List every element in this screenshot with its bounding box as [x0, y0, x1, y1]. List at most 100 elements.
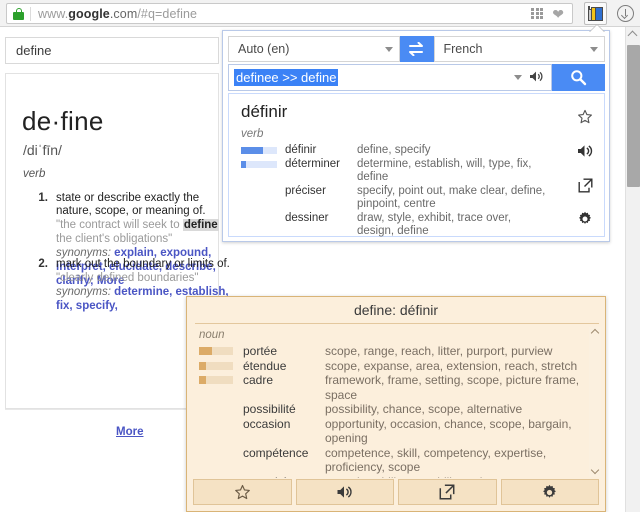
google-search-value: define — [16, 43, 52, 58]
translation-meanings: competence, skill, competency, expertise… — [325, 445, 547, 475]
speaker-icon[interactable] — [577, 134, 593, 168]
scroll-up-icon[interactable] — [627, 30, 638, 41]
google-search-input[interactable]: define — [5, 37, 219, 64]
browser-toolbar: www.google.com/#q=define ❤ — [0, 0, 640, 27]
translation-word[interactable]: cadre — [243, 373, 325, 388]
scrollbar-thumb[interactable] — [627, 45, 640, 187]
translation-word[interactable]: préciser — [285, 185, 357, 199]
translate-side-actions — [572, 100, 598, 236]
extension-button[interactable] — [584, 2, 607, 25]
table-row: préciser specify, point out, make clear,… — [241, 185, 551, 212]
swap-arrows-icon — [408, 42, 423, 56]
swap-languages-button[interactable] — [399, 36, 434, 62]
page-scrollbar[interactable] — [625, 27, 640, 512]
definition-number: 1. — [38, 192, 48, 204]
speaker-button[interactable] — [295, 479, 394, 505]
translate-input-row: definee >> define — [228, 64, 605, 91]
translation-word[interactable]: déterminer — [285, 158, 357, 172]
translate-headword: définir — [241, 102, 288, 121]
external-link-icon[interactable] — [578, 168, 593, 202]
table-row: définir define, specify — [241, 144, 551, 158]
omnibox-actions: ❤ — [531, 7, 572, 21]
translate-query-value: definee >> define — [234, 69, 339, 86]
chevron-down-icon[interactable] — [514, 75, 522, 80]
list-item: portée scope, range, reach, litter, purp… — [195, 344, 585, 359]
translation-meanings: possibility, chance, scope, alternative — [325, 402, 523, 416]
definition-phonetic: /diˈfīn/ — [23, 142, 62, 158]
chevron-down-icon — [384, 46, 393, 52]
target-language-label: French — [443, 42, 483, 56]
source-language-label: Auto (en) — [238, 42, 290, 56]
star-icon[interactable] — [577, 100, 593, 134]
translation-meanings: scope, range, reach, litter, purport, pu… — [325, 344, 553, 358]
translation-meanings: determine, establish, will, type, fix, d… — [357, 157, 532, 184]
translation-meanings: draw, style, exhibit, trace over, design… — [357, 211, 512, 238]
frequency-bar — [199, 478, 233, 479]
omnibox-divider — [30, 6, 31, 21]
heart-icon[interactable]: ❤ — [552, 7, 564, 21]
definition-text: state or describe exactly the nature, sc… — [56, 192, 206, 217]
translate-result-panel: définir verb définir define, specify dét… — [228, 93, 605, 237]
star-icon — [234, 484, 250, 499]
frequency-bar — [199, 376, 233, 384]
list-item: étendue scope, expanse, area, extension,… — [195, 359, 585, 374]
list-item: cadre framework, frame, setting, scope, … — [195, 373, 585, 402]
translation-meanings: specify, point out, make clear, define, … — [357, 184, 546, 211]
translate-part-of-speech: verb — [241, 128, 264, 140]
popup-part-of-speech: noun — [199, 329, 225, 341]
download-icon[interactable] — [617, 5, 634, 22]
table-row: dessiner draw, style, exhibit, trace ove… — [241, 212, 551, 239]
star-button[interactable] — [193, 479, 292, 505]
definition-text: mark out the boundary or limits of. — [56, 258, 230, 270]
translation-word[interactable]: possibilité — [243, 402, 325, 417]
lock-icon — [13, 7, 24, 20]
translation-word[interactable]: compétence — [243, 446, 325, 461]
search-icon — [571, 70, 587, 86]
popup-title: define: définir — [353, 302, 439, 318]
translation-meanings: capacity, ability, capability, volume, c… — [325, 475, 585, 479]
translation-word[interactable]: capacité — [243, 475, 325, 479]
popup-body: noun portée scope, range, reach, litter,… — [195, 326, 585, 478]
list-item: capacité capacity, ability, capability, … — [195, 475, 585, 479]
translate-rows: définir define, specify déterminer deter… — [241, 144, 551, 239]
speaker-icon — [337, 486, 352, 498]
external-link-icon — [439, 484, 455, 500]
gear-icon[interactable] — [577, 202, 593, 236]
popup-scrollbar[interactable] — [589, 327, 601, 477]
translation-meanings: opportunity, occasion, chance, scope, ba… — [325, 416, 572, 446]
frequency-bar — [241, 188, 277, 195]
table-row: déterminer determine, establish, will, t… — [241, 158, 551, 185]
definition-quote: "the contract will seek to define the cl… — [56, 219, 219, 245]
translation-meanings: framework, frame, setting, scope, pictur… — [325, 373, 580, 402]
extension-popup-arrow — [590, 25, 604, 32]
translate-query-input[interactable]: definee >> define — [228, 64, 552, 91]
definition-number: 2. — [38, 258, 48, 270]
translation-word[interactable]: dessiner — [285, 212, 357, 226]
speaker-icon[interactable] — [529, 70, 544, 86]
chevron-down-icon[interactable] — [590, 465, 600, 475]
popup-toolbar — [193, 479, 599, 505]
frequency-bar — [199, 449, 233, 457]
chevron-up-icon[interactable] — [590, 328, 600, 338]
frequency-bar — [199, 361, 233, 370]
source-language-select[interactable]: Auto (en) — [228, 36, 400, 62]
settings-button[interactable] — [500, 479, 599, 505]
frequency-bar — [241, 147, 277, 154]
translation-word[interactable]: définir — [285, 144, 357, 158]
external-link-button[interactable] — [398, 479, 497, 505]
frequency-bar — [199, 347, 233, 355]
chevron-down-icon — [590, 46, 598, 52]
translation-word[interactable]: étendue — [243, 359, 325, 374]
list-item: possibilité possibility, chance, scope, … — [195, 402, 585, 417]
translation-word[interactable]: occasion — [243, 417, 325, 432]
dictionary-book-icon — [588, 6, 603, 21]
translate-search-button[interactable] — [552, 64, 605, 91]
translation-word[interactable]: portée — [243, 344, 325, 359]
target-language-select[interactable]: French — [433, 36, 605, 62]
apps-grid-icon[interactable] — [531, 7, 543, 20]
address-bar[interactable]: www.google.com/#q=define ❤ — [6, 3, 573, 24]
frequency-bar — [241, 160, 277, 168]
extension-popup: define: définir noun portée scope, range… — [186, 296, 606, 512]
definition-part-of-speech: verb — [23, 168, 46, 180]
more-link[interactable]: More — [116, 426, 143, 438]
